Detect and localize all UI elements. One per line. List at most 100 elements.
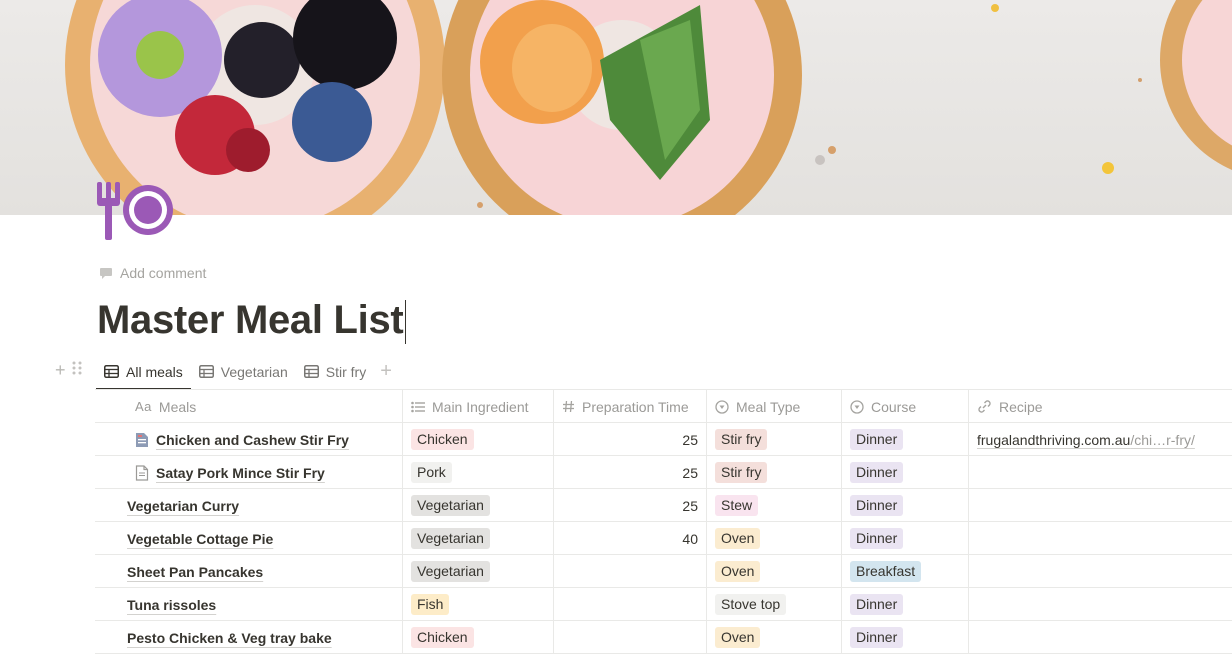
page-title[interactable]: Master Meal List bbox=[97, 294, 407, 346]
tab-all-meals[interactable]: All meals bbox=[96, 354, 191, 390]
column-header-main-ingredient[interactable]: Main Ingredient bbox=[403, 390, 554, 423]
cell-meal[interactable]: Pesto Chicken & Veg tray bake bbox=[95, 621, 403, 654]
table-row[interactable]: Satay Pork Mince Stir Fry Pork 25 Stir f… bbox=[95, 456, 1232, 489]
cell-meal[interactable]: Sheet Pan Pancakes bbox=[95, 555, 403, 588]
course-tag: Dinner bbox=[850, 495, 904, 516]
meal-name-link[interactable]: Sheet Pan Pancakes bbox=[127, 564, 263, 580]
cell-meal-type[interactable]: Oven bbox=[707, 621, 842, 654]
add-comment-label: Add comment bbox=[120, 265, 207, 281]
meal-name-link[interactable]: Chicken and Cashew Stir Fry bbox=[156, 432, 349, 448]
cell-preparation-time[interactable]: 25 bbox=[554, 423, 707, 456]
cell-recipe[interactable] bbox=[969, 522, 1232, 555]
text-caret bbox=[405, 300, 407, 345]
cell-main-ingredient[interactable]: Pork bbox=[403, 456, 554, 489]
cell-preparation-time[interactable] bbox=[554, 588, 707, 621]
meal-name-wrap: Pesto Chicken & Veg tray bake bbox=[103, 630, 332, 646]
recipe-link[interactable]: frugalandthriving.com.au/chi…r-fry/ bbox=[977, 432, 1195, 448]
cell-recipe[interactable] bbox=[969, 489, 1232, 522]
column-header-meals[interactable]: Aa Meals bbox=[95, 390, 403, 423]
cell-course[interactable]: Dinner bbox=[842, 522, 969, 555]
table-row[interactable]: Pesto Chicken & Veg tray bake Chicken Ov… bbox=[95, 621, 1232, 654]
meal-type-tag: Oven bbox=[715, 561, 761, 582]
meal-name-link[interactable]: Tuna rissoles bbox=[127, 597, 216, 613]
cell-meal-type[interactable]: Stir fry bbox=[707, 456, 842, 489]
cell-preparation-time[interactable]: 25 bbox=[554, 489, 707, 522]
cell-recipe[interactable] bbox=[969, 456, 1232, 489]
column-label: Preparation Time bbox=[582, 398, 689, 415]
column-label: Recipe bbox=[999, 398, 1043, 415]
cell-preparation-time[interactable]: 40 bbox=[554, 522, 707, 555]
meal-type-tag: Stove top bbox=[715, 594, 787, 615]
table-row[interactable]: Vegetarian Curry Vegetarian 25 Stew Dinn… bbox=[95, 489, 1232, 522]
cell-meal[interactable]: Vegetable Cottage Pie bbox=[95, 522, 403, 555]
table-row[interactable]: Sheet Pan Pancakes Vegetarian Oven Break… bbox=[95, 555, 1232, 588]
course-tag: Dinner bbox=[850, 627, 904, 648]
table-row[interactable]: Chicken and Cashew Stir Fry Chicken 25 S… bbox=[95, 423, 1232, 456]
table-row[interactable]: Vegetable Cottage Pie Vegetarian 40 Oven… bbox=[95, 522, 1232, 555]
drag-handle-icon[interactable] bbox=[72, 360, 82, 381]
hash-icon bbox=[563, 400, 574, 413]
tab-vegetarian[interactable]: Vegetarian bbox=[191, 354, 296, 389]
cell-meal-type[interactable]: Stir fry bbox=[707, 423, 842, 456]
view-tabs: All meals Vegetarian Stir fry + bbox=[96, 354, 398, 390]
cell-recipe[interactable] bbox=[969, 621, 1232, 654]
fork-and-plate-icon[interactable] bbox=[96, 180, 178, 242]
cell-preparation-time[interactable] bbox=[554, 555, 707, 588]
add-comment-button[interactable]: Add comment bbox=[99, 265, 206, 281]
cell-main-ingredient[interactable]: Chicken bbox=[403, 423, 554, 456]
cell-main-ingredient[interactable]: Vegetarian bbox=[403, 555, 554, 588]
meal-name-link[interactable]: Vegetable Cottage Pie bbox=[127, 531, 273, 547]
cell-preparation-time[interactable] bbox=[554, 621, 707, 654]
page-title-text[interactable]: Master Meal List bbox=[97, 298, 404, 342]
prep-time-value: 25 bbox=[682, 497, 698, 514]
column-header-preparation-time[interactable]: Preparation Time bbox=[554, 390, 707, 423]
table-header: Aa Meals Main Ingredient Preparation Tim… bbox=[95, 390, 1232, 423]
cell-meal[interactable]: Vegetarian Curry bbox=[95, 489, 403, 522]
list-icon bbox=[411, 401, 425, 412]
block-handle[interactable]: + bbox=[55, 360, 82, 381]
cell-preparation-time[interactable]: 25 bbox=[554, 456, 707, 489]
meal-name-link[interactable]: Satay Pork Mince Stir Fry bbox=[156, 465, 325, 481]
meal-name-wrap: Tuna rissoles bbox=[103, 597, 216, 613]
meal-name-wrap: Satay Pork Mince Stir Fry bbox=[103, 465, 325, 481]
column-label: Meal Type bbox=[736, 398, 801, 415]
cell-meal-type[interactable]: Oven bbox=[707, 555, 842, 588]
cell-course[interactable]: Dinner bbox=[842, 456, 969, 489]
cell-main-ingredient[interactable]: Chicken bbox=[403, 621, 554, 654]
cell-recipe[interactable] bbox=[969, 555, 1232, 588]
column-header-recipe[interactable]: Recipe bbox=[969, 390, 1232, 423]
cell-meal[interactable]: Satay Pork Mince Stir Fry bbox=[95, 456, 403, 489]
course-tag: Dinner bbox=[850, 594, 904, 615]
doc-filled-icon bbox=[136, 432, 148, 447]
cell-course[interactable]: Dinner bbox=[842, 489, 969, 522]
cell-recipe[interactable]: frugalandthriving.com.au/chi…r-fry/ bbox=[969, 423, 1232, 456]
table-row[interactable]: Tuna rissoles Fish Stove top Dinner bbox=[95, 588, 1232, 621]
cell-main-ingredient[interactable]: Vegetarian bbox=[403, 522, 554, 555]
tab-stir-fry[interactable]: Stir fry bbox=[296, 354, 374, 389]
cell-course[interactable]: Dinner bbox=[842, 423, 969, 456]
add-block-icon[interactable]: + bbox=[55, 360, 66, 381]
doc-outline-icon bbox=[135, 464, 149, 481]
cell-recipe[interactable] bbox=[969, 588, 1232, 621]
cell-meal[interactable]: Tuna rissoles bbox=[95, 588, 403, 621]
cell-meal-type[interactable]: Stove top bbox=[707, 588, 842, 621]
course-tag: Dinner bbox=[850, 429, 904, 450]
cell-meal-type[interactable]: Oven bbox=[707, 522, 842, 555]
cell-main-ingredient[interactable]: Vegetarian bbox=[403, 489, 554, 522]
column-header-course[interactable]: Course bbox=[842, 390, 969, 423]
course-tag: Breakfast bbox=[850, 561, 922, 582]
select-icon bbox=[850, 399, 864, 414]
table-icon bbox=[198, 365, 214, 378]
cell-main-ingredient[interactable]: Fish bbox=[403, 588, 554, 621]
cell-course[interactable]: Breakfast bbox=[842, 555, 969, 588]
cell-course[interactable]: Dinner bbox=[842, 621, 969, 654]
meal-name-link[interactable]: Pesto Chicken & Veg tray bake bbox=[127, 630, 332, 646]
meal-name-link[interactable]: Vegetarian Curry bbox=[127, 498, 239, 514]
cover-image[interactable] bbox=[0, 0, 1232, 215]
cell-meal-type[interactable]: Stew bbox=[707, 489, 842, 522]
column-header-meal-type[interactable]: Meal Type bbox=[707, 390, 842, 423]
add-view-button[interactable]: + bbox=[374, 360, 398, 383]
cell-meal[interactable]: Chicken and Cashew Stir Fry bbox=[95, 423, 403, 456]
tab-label: All meals bbox=[126, 363, 183, 380]
cell-course[interactable]: Dinner bbox=[842, 588, 969, 621]
